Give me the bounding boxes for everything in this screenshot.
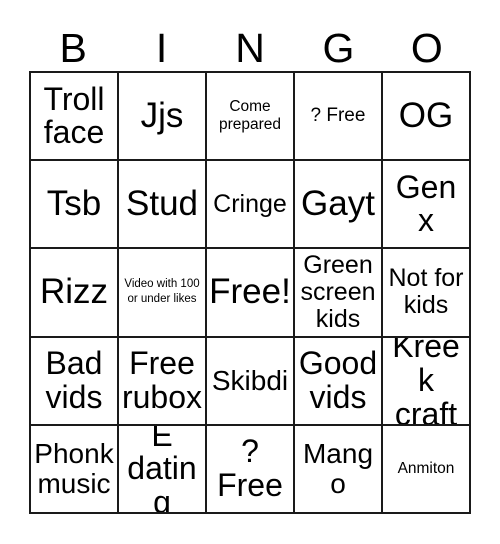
bingo-cell[interactable]: Green screen kids: [295, 249, 383, 338]
bingo-cell[interactable]: Tsb: [31, 161, 119, 250]
bingo-cell[interactable]: Stud: [119, 161, 207, 250]
bingo-cell[interactable]: Good vids: [295, 337, 383, 426]
bingo-cell-label: Free!: [209, 272, 291, 312]
bingo-cell-label: Cringe: [213, 189, 287, 218]
bingo-header-letter-n: N: [235, 25, 265, 71]
bingo-cell[interactable]: E dating: [119, 425, 207, 514]
bingo-cell-label: Phonk music: [34, 438, 114, 499]
bingo-cell-label: Jjs: [140, 95, 184, 135]
bingo-cell[interactable]: Not for kids: [383, 249, 471, 338]
bingo-cell[interactable]: Kreek craft: [383, 337, 471, 426]
bingo-cell-label: OG: [398, 95, 454, 135]
bingo-cell-label: Green screen kids: [300, 250, 376, 333]
bingo-cell[interactable]: Anmiton: [383, 425, 471, 514]
bingo-cell-label: Bad vids: [45, 345, 103, 415]
bingo-cell[interactable]: Rizz: [31, 249, 119, 338]
bingo-grid: Troll face Jjs Come prepared ? Free OG T…: [29, 71, 471, 514]
bingo-cell[interactable]: Bad vids: [31, 337, 119, 426]
bingo-cell[interactable]: Gayt: [295, 161, 383, 250]
bingo-cell-label: Troll face: [43, 80, 105, 151]
bingo-cell-label: E dating: [127, 425, 197, 514]
bingo-cell-free[interactable]: ? Free: [207, 425, 295, 514]
bingo-header-letter-g: G: [322, 25, 355, 71]
bingo-cell-label: Video with 100 or under likes: [124, 278, 200, 306]
bingo-cell[interactable]: Cringe: [207, 161, 295, 250]
bingo-cell-free[interactable]: Free!: [207, 249, 295, 338]
bingo-cell-label: Good vids: [298, 345, 378, 415]
bingo-cell[interactable]: Skibdi: [207, 337, 295, 426]
bingo-cell[interactable]: Jjs: [119, 73, 207, 162]
bingo-cell-label: Gayt: [301, 184, 375, 224]
bingo-cell[interactable]: Video with 100 or under likes: [119, 249, 207, 338]
bingo-cell-label: Gen x: [395, 168, 457, 239]
bingo-cell-label: Mango: [302, 438, 374, 499]
bingo-cell-label: Skibdi: [211, 364, 289, 396]
bingo-cell[interactable]: Troll face: [31, 73, 119, 162]
bingo-cell[interactable]: Mango: [295, 425, 383, 514]
bingo-card: B I N G O Troll face Jjs Come prepared ?…: [0, 0, 500, 544]
bingo-header-letter-o: O: [410, 25, 443, 71]
bingo-cell-label: Rizz: [39, 272, 109, 312]
bingo-cell-label: Anmiton: [397, 459, 455, 477]
bingo-cell-label: ? Free: [217, 433, 283, 503]
bingo-cell-label: Stud: [126, 184, 198, 224]
bingo-cell[interactable]: Gen x: [383, 161, 471, 250]
bingo-cell-label: Kreek craft: [392, 337, 460, 426]
bingo-cell-label: Not for kids: [388, 264, 464, 320]
bingo-cell-label: ? Free: [310, 105, 366, 127]
bingo-cell[interactable]: OG: [383, 73, 471, 162]
bingo-cell[interactable]: Free rubox: [119, 337, 207, 426]
bingo-header-letter-i: I: [155, 25, 168, 71]
bingo-cell-label: Come prepared: [218, 97, 282, 134]
bingo-cell-label: Free rubox: [121, 345, 203, 415]
bingo-cell[interactable]: Come prepared: [207, 73, 295, 162]
bingo-cell-label: Tsb: [46, 184, 102, 224]
bingo-header-row: B I N G O: [29, 22, 471, 71]
bingo-header-letter-b: B: [59, 25, 87, 71]
bingo-cell-free[interactable]: ? Free: [295, 73, 383, 162]
bingo-cell[interactable]: Phonk music: [31, 425, 119, 514]
